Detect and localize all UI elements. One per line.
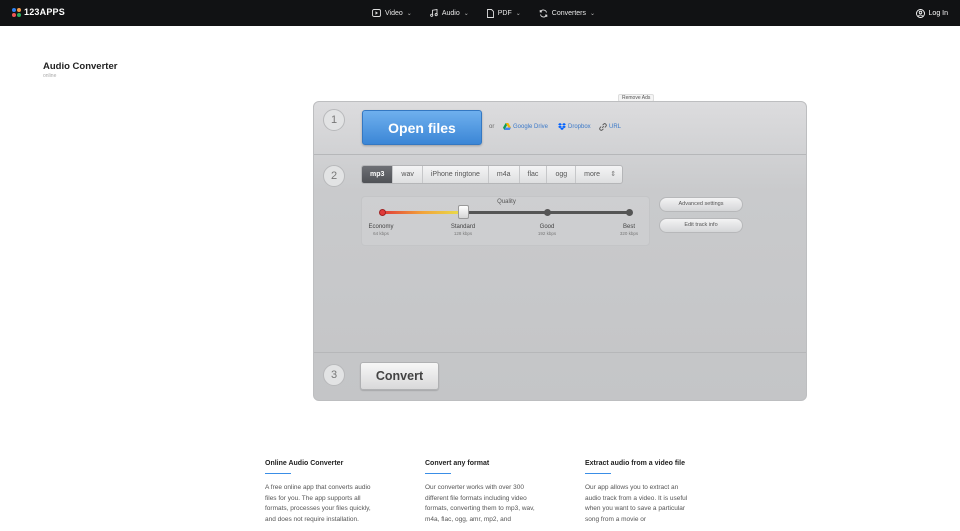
logo-dots-icon xyxy=(12,7,21,17)
user-icon xyxy=(915,8,925,18)
url-label: URL xyxy=(609,124,622,130)
info-title: Convert any format xyxy=(425,460,490,467)
edit-track-info-button[interactable]: Edit track info xyxy=(659,218,743,233)
logo[interactable]: 123APPS xyxy=(12,7,65,17)
quality-level-name: Standard xyxy=(450,224,476,230)
refresh-icon xyxy=(539,9,548,17)
quality-level-name: Good xyxy=(539,224,555,230)
open-files-button[interactable]: Open files xyxy=(362,110,482,145)
format-tab-wav[interactable]: wav xyxy=(393,166,423,183)
chevron-down-icon: ⌄ xyxy=(463,10,469,17)
format-tab-iphone-ringtone[interactable]: iPhone ringtone xyxy=(423,166,489,183)
nav-item-label: Audio xyxy=(441,9,460,17)
info-text: Our app allows you to extract an audio t… xyxy=(585,484,688,523)
logo-text: 123APPS xyxy=(24,7,65,17)
info-column-convert-any-format: Convert any format Our converter works w… xyxy=(425,458,535,525)
format-tab-m4a[interactable]: m4a xyxy=(489,166,520,183)
page-title: Audio Converter xyxy=(43,61,118,72)
login-label: Log In xyxy=(928,9,948,17)
google-drive-label: Google Drive xyxy=(513,123,549,130)
chevron-down-icon: ⌄ xyxy=(515,10,521,17)
nav-item-converters[interactable]: Converters ⌄ xyxy=(539,9,595,18)
step-divider xyxy=(314,154,806,155)
convert-button[interactable]: Convert xyxy=(360,362,439,390)
step-number-1: 1 xyxy=(323,109,345,131)
nav-item-label: PDF xyxy=(497,9,512,17)
format-tab-flac[interactable]: flac xyxy=(520,166,548,183)
nav-item-pdf[interactable]: PDF ⌄ xyxy=(486,8,521,18)
quality-tick-economy[interactable] xyxy=(379,209,386,216)
title-underline xyxy=(425,473,451,474)
step-number-2: 2 xyxy=(323,165,345,187)
quality-slider-track[interactable] xyxy=(379,205,633,219)
quality-level-name: Economy xyxy=(368,224,394,230)
info-title: Extract audio from a video file xyxy=(585,460,685,467)
quality-label-best: Best 320 kbps xyxy=(599,224,659,236)
quality-tick-good[interactable] xyxy=(544,209,551,216)
dropbox-label: Dropbox xyxy=(568,123,591,130)
advanced-settings-button[interactable]: Advanced settings xyxy=(659,197,743,212)
quality-level-name: Best xyxy=(622,224,635,230)
info-title: Online Audio Converter xyxy=(265,460,344,467)
title-underline xyxy=(585,473,611,474)
format-tab-mp3[interactable]: mp3 xyxy=(362,166,394,183)
quality-level-kbps: 192 kbps xyxy=(537,231,557,236)
quality-label-economy: Economy 64 kbps xyxy=(351,224,411,236)
dropbox-icon xyxy=(558,123,566,130)
login-button[interactable]: Log In xyxy=(915,0,948,26)
nav-item-audio[interactable]: Audio ⌄ xyxy=(429,9,469,17)
quality-label-good: Good 192 kbps xyxy=(517,224,577,236)
title-underline xyxy=(265,473,291,474)
quality-title: Quality xyxy=(497,199,516,205)
google-drive-icon xyxy=(503,123,511,130)
nav-item-video[interactable]: Video ⌄ xyxy=(372,9,412,17)
step-divider xyxy=(314,352,806,353)
document-icon xyxy=(486,8,494,18)
video-icon xyxy=(372,9,381,17)
format-more-dropdown[interactable]: more xyxy=(576,166,622,183)
quality-slider-handle[interactable] xyxy=(458,205,469,219)
quality-label-standard: Standard 128 kbps xyxy=(433,224,493,236)
nav-item-label: Video xyxy=(385,9,403,17)
info-column-extract-audio: Extract audio from a video file Our app … xyxy=(585,458,695,525)
chevron-down-icon: ⌄ xyxy=(406,10,412,17)
or-label: or xyxy=(489,124,495,130)
info-column-online-audio-converter: Online Audio Converter A free online app… xyxy=(265,458,375,525)
nav-item-label: Converters xyxy=(551,9,587,17)
info-text: Our converter works with over 300 differ… xyxy=(425,484,535,523)
main-nav: Video ⌄ Audio ⌄ PDF ⌄ Converters ⌄ xyxy=(372,0,613,26)
format-tab-ogg[interactable]: ogg xyxy=(547,166,577,183)
quality-level-kbps: 320 kbps xyxy=(619,231,639,236)
format-tabs: mp3 wav iPhone ringtone m4a flac ogg mor… xyxy=(361,165,624,184)
step-number-3: 3 xyxy=(323,364,345,386)
chevron-down-icon: ⌄ xyxy=(590,10,596,17)
url-link[interactable]: URL xyxy=(599,123,621,131)
quality-level-kbps: 128 kbps xyxy=(453,231,473,236)
dropbox-link[interactable]: Dropbox xyxy=(558,123,591,130)
quality-slider-box: Quality Economy 64 kbps Standard 128 kbp… xyxy=(361,196,650,246)
top-navigation-bar: 123APPS Video ⌄ Audio ⌄ PDF ⌄ Converters… xyxy=(0,0,960,26)
info-text: A free online app that converts audio fi… xyxy=(265,484,371,523)
page-subtitle: online xyxy=(43,73,57,79)
quality-level-kbps: 64 kbps xyxy=(373,231,389,236)
google-drive-link[interactable]: Google Drive xyxy=(503,123,548,130)
converter-panel: 1 Open files or Google Drive Dropbox URL… xyxy=(313,101,807,401)
quality-tick-best[interactable] xyxy=(626,209,633,216)
music-note-icon xyxy=(429,9,438,17)
quality-slider-fill xyxy=(382,211,463,214)
link-icon xyxy=(599,123,607,131)
